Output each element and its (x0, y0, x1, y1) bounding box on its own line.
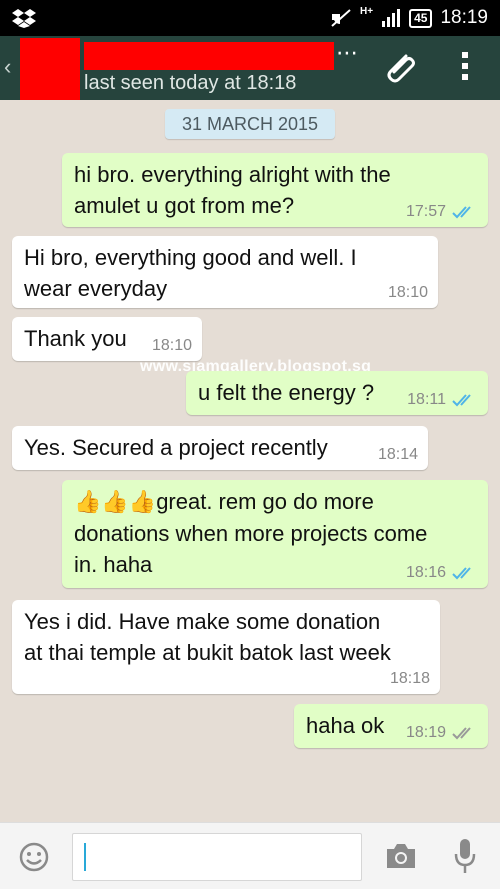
double-tick-icon (452, 727, 471, 740)
message-meta: 18:11 (407, 391, 478, 409)
message-outgoing[interactable]: haha ok 18:19 (294, 704, 488, 748)
double-tick-icon (452, 206, 471, 219)
message-meta: 18:16 (406, 564, 478, 582)
double-tick-icon (452, 394, 471, 407)
contact-name-redacted[interactable] (84, 42, 334, 70)
network-type: H+ (360, 6, 374, 17)
message-meta: 18:10 (388, 284, 428, 302)
message-time: 18:14 (377, 446, 418, 463)
chat-header: ‹ ⋯ last seen today at 18:18 (0, 36, 500, 100)
message-outgoing[interactable]: 👍👍👍great. rem go do more donations when … (62, 480, 488, 588)
message-text: hi bro. everything alright with the amule… (74, 162, 391, 218)
message-time: 18:16 (405, 564, 446, 581)
chat-area[interactable]: 31 MARCH 2015 www.siamgallery.blogspot.s… (0, 100, 500, 822)
back-icon[interactable]: ‹ (4, 54, 11, 80)
message-meta: 17:57 (406, 203, 478, 221)
message-text: Yes i did. Have make some donation at tha… (24, 609, 391, 665)
message-time: 18:11 (407, 391, 446, 408)
message-meta: 18:10 (152, 337, 192, 355)
mic-icon[interactable] (452, 837, 478, 875)
message-incoming[interactable]: Yes i did. Have make some donation at tha… (12, 600, 440, 694)
date-divider: 31 MARCH 2015 (165, 109, 335, 139)
message-text: 👍👍👍great. rem go do more donations when … (74, 489, 428, 577)
attach-icon[interactable] (380, 48, 420, 88)
status-bar: H+ 45 18:19 (0, 0, 500, 36)
avatar[interactable] (20, 38, 80, 100)
message-incoming[interactable]: Hi bro, everything good and well. Iwear … (12, 236, 438, 308)
mute-icon (331, 9, 351, 27)
signal-icon (382, 9, 401, 27)
message-text: haha ok (306, 713, 385, 738)
message-time: 18:19 (405, 724, 446, 741)
message-incoming[interactable]: Thank you 18:10 (12, 317, 202, 361)
message-meta: 18:14 (378, 446, 418, 464)
dropbox-icon (12, 9, 36, 28)
message-meta: 18:18 (390, 670, 430, 688)
message-time: 18:18 (389, 670, 430, 687)
thumbs-up-emoji: 👍👍👍 (74, 490, 157, 515)
message-text: Thank you (24, 326, 127, 351)
double-tick-icon (452, 567, 471, 580)
message-outgoing[interactable]: hi bro. everything alright with the amule… (62, 153, 488, 227)
message-meta: 18:19 (406, 724, 478, 742)
message-time: 17:57 (405, 203, 446, 220)
camera-icon[interactable] (384, 841, 418, 871)
last-seen-status: last seen today at 18:18 (84, 72, 297, 94)
battery-icon: 45 (409, 8, 433, 28)
message-time: 18:10 (387, 284, 428, 301)
overflow-menu-icon[interactable] (460, 52, 470, 84)
message-text: u felt the energy ? (198, 380, 375, 405)
emoji-icon[interactable] (18, 841, 50, 873)
clock: 18:19 (440, 7, 488, 28)
message-incoming[interactable]: Yes. Secured a project recently 18:14 (12, 426, 428, 470)
text-cursor (84, 843, 86, 871)
message-time: 18:10 (151, 337, 192, 354)
name-ellipsis: ⋯ (336, 40, 359, 65)
compose-bar (0, 822, 500, 889)
message-text: Hi bro, everything good and well. Iwear … (24, 245, 357, 301)
message-text: Yes. Secured a project recently (24, 435, 328, 460)
message-outgoing[interactable]: u felt the energy ? 18:11 (186, 371, 488, 415)
message-input[interactable] (72, 833, 362, 881)
